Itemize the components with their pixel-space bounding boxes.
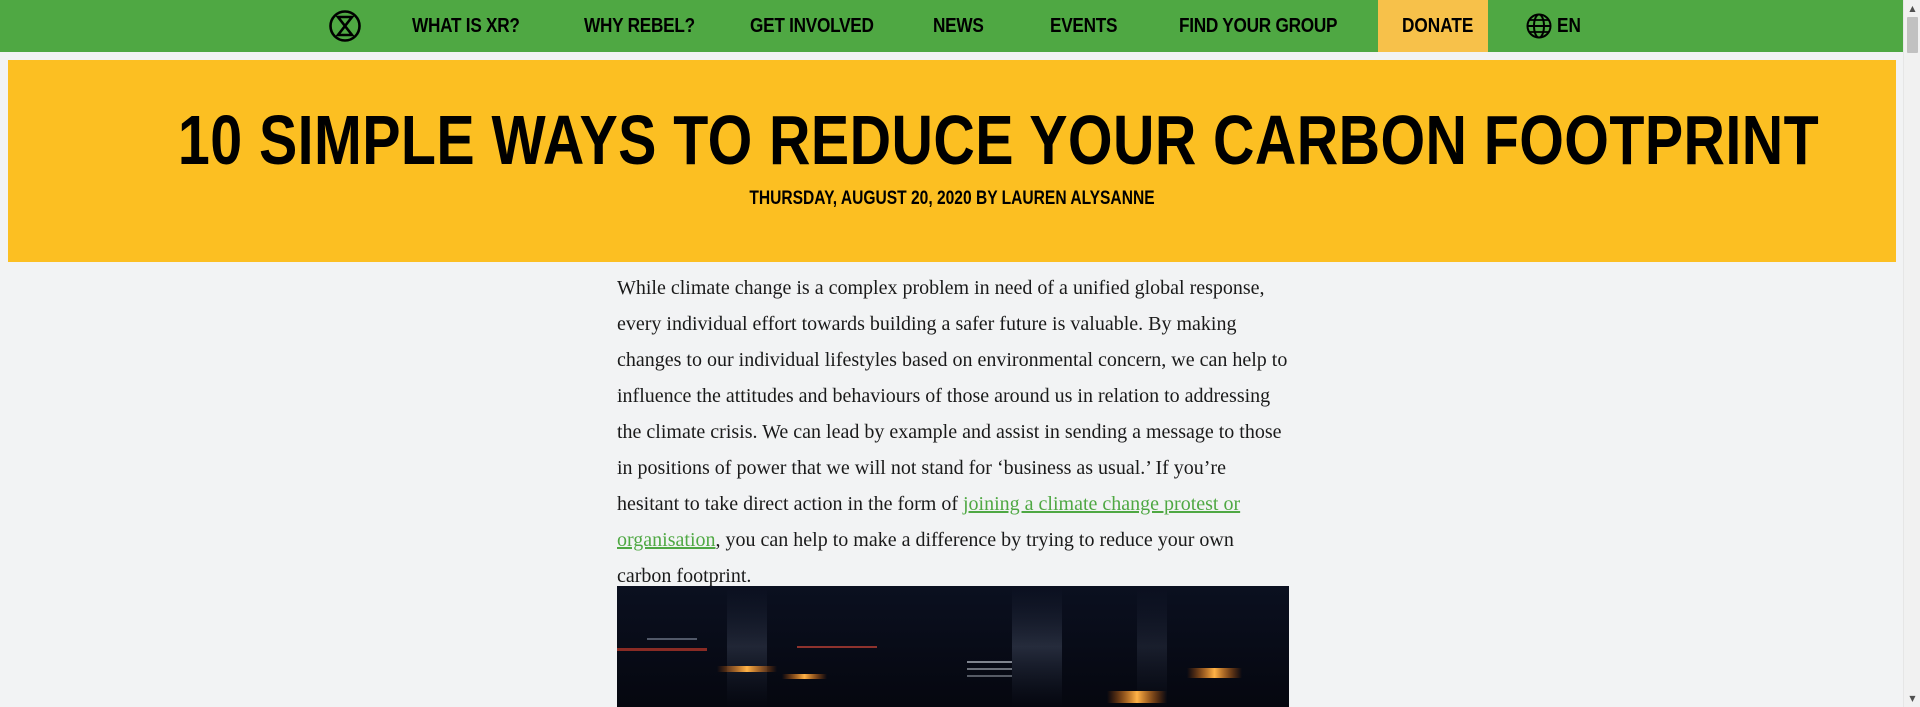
donate-button[interactable]: DONATE xyxy=(1378,0,1488,52)
top-navigation: WHAT IS XR? WHY REBEL? GET INVOLVED NEWS… xyxy=(0,0,1903,52)
nav-item-get-involved[interactable]: GET INVOLVED xyxy=(750,0,874,52)
article-hero-image xyxy=(617,586,1289,707)
nav-item-news[interactable]: NEWS xyxy=(933,0,984,52)
page-scrollbar[interactable]: ▲ ▼ xyxy=(1903,0,1920,707)
scroll-down-arrow-icon[interactable]: ▼ xyxy=(1904,690,1920,707)
hero-banner: 10 SIMPLE WAYS TO REDUCE YOUR CARBON FOO… xyxy=(8,60,1896,262)
page-title: 10 SIMPLE WAYS TO REDUCE YOUR CARBON FOO… xyxy=(177,101,1820,179)
globe-icon xyxy=(1526,13,1552,39)
scroll-up-arrow-icon[interactable]: ▲ xyxy=(1904,0,1920,17)
nav-item-what-is-xr[interactable]: WHAT IS XR? xyxy=(412,0,520,52)
nav-inner: WHAT IS XR? WHY REBEL? GET INVOLVED NEWS… xyxy=(0,0,1903,52)
intro-text-before-link: While climate change is a complex proble… xyxy=(617,277,1288,515)
night-traffic-image xyxy=(617,586,1289,707)
post-meta: THURSDAY, AUGUST 20, 2020 BY LAUREN ALYS… xyxy=(749,188,1155,209)
article-content: While climate change is a complex proble… xyxy=(617,270,1289,594)
language-label: EN xyxy=(1557,15,1581,37)
article-intro-paragraph: While climate change is a complex proble… xyxy=(617,270,1289,594)
nav-item-find-your-group[interactable]: FIND YOUR GROUP xyxy=(1179,0,1338,52)
extinction-symbol-icon[interactable] xyxy=(328,9,362,43)
donate-label: DONATE xyxy=(1402,15,1474,37)
page: WHAT IS XR? WHY REBEL? GET INVOLVED NEWS… xyxy=(0,0,1920,707)
nav-item-why-rebel[interactable]: WHY REBEL? xyxy=(584,0,695,52)
scrollbar-thumb[interactable] xyxy=(1907,17,1918,53)
nav-item-events[interactable]: EVENTS xyxy=(1050,0,1118,52)
